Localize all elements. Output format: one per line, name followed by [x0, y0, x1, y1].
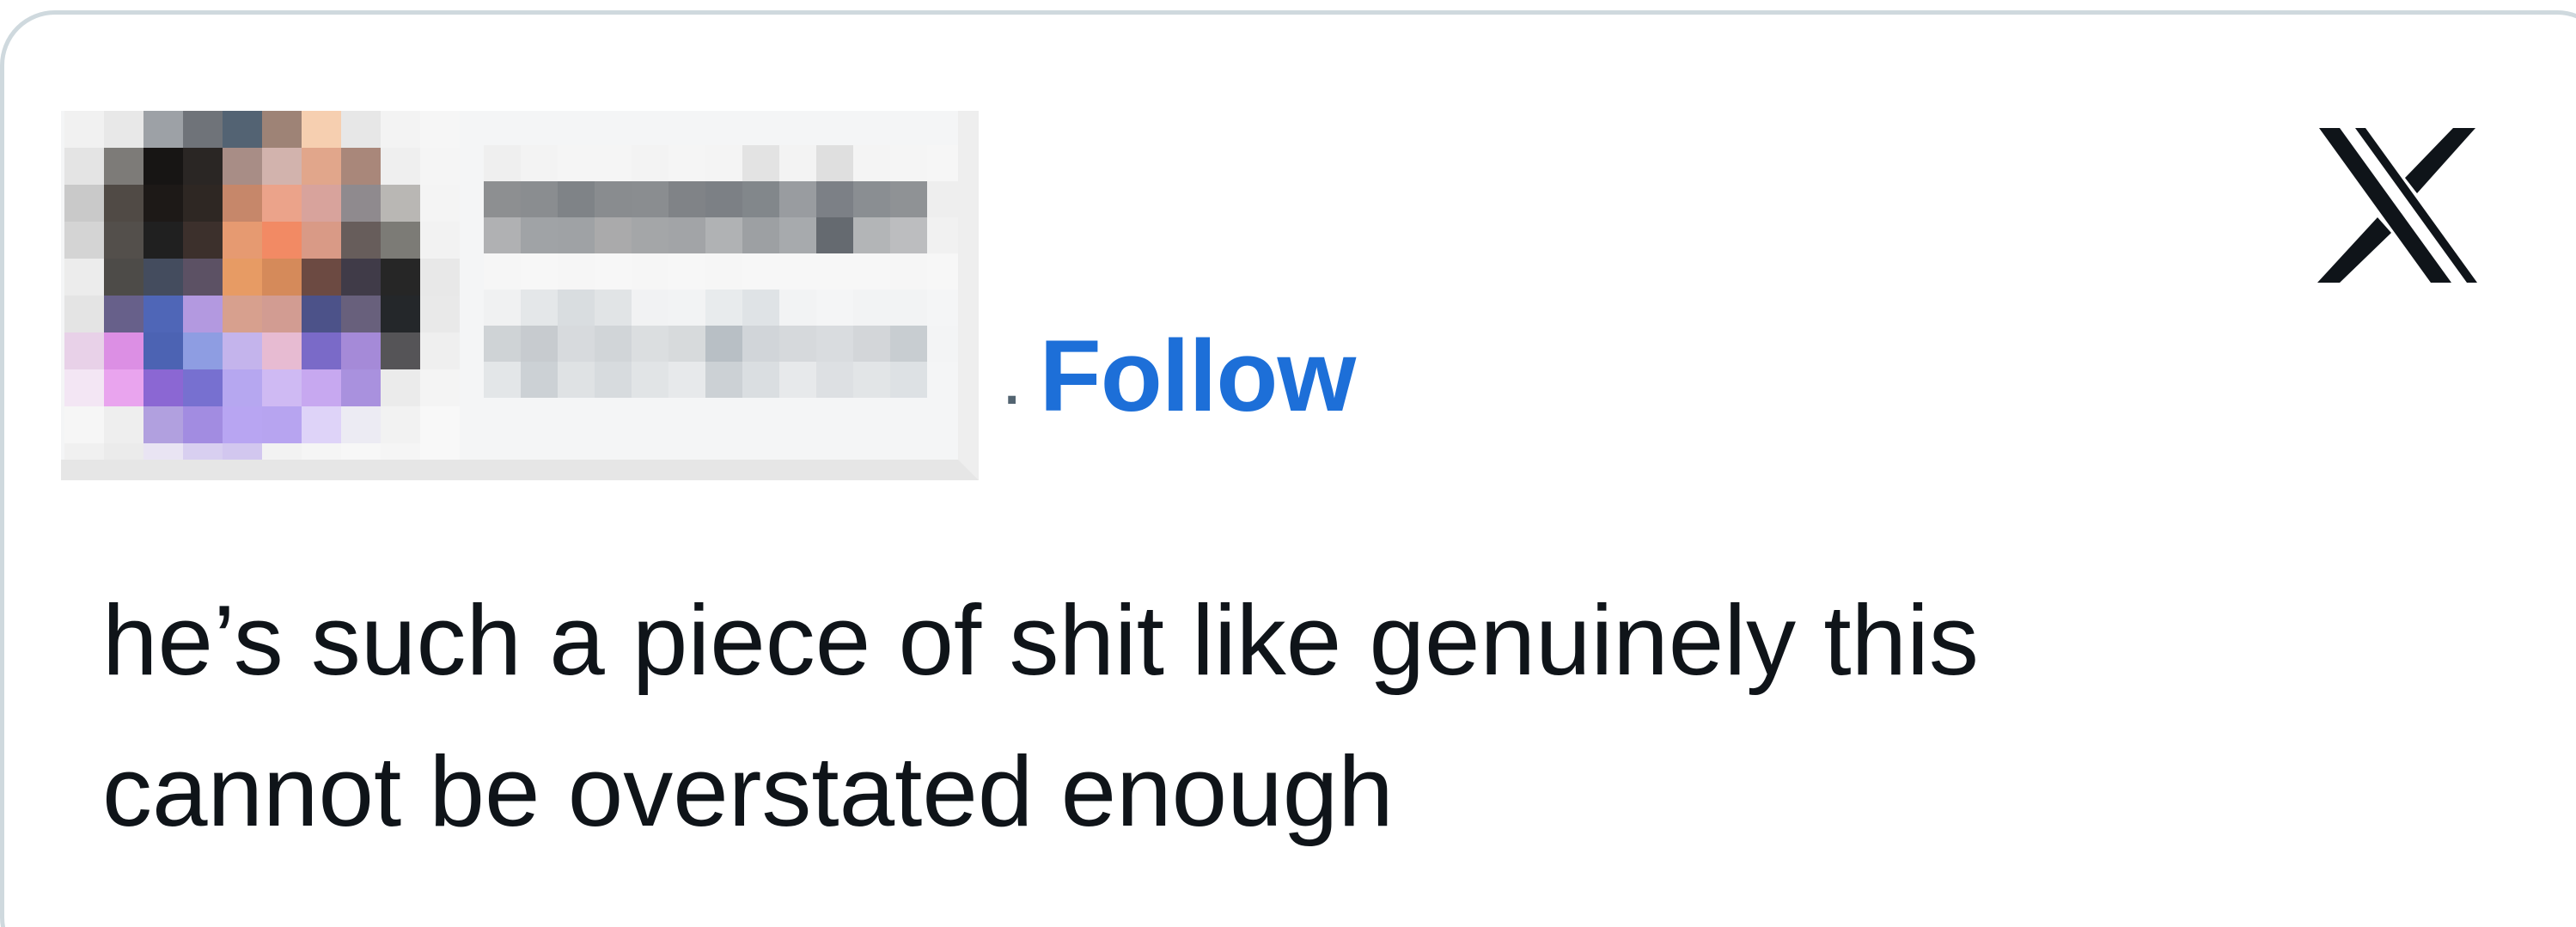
follow-separator: ·: [1004, 370, 1022, 430]
post-text: he’s such a piece of shit like genuinely…: [102, 564, 2422, 867]
author-name-pixelated[interactable]: [484, 145, 958, 398]
follow-row: · Follow: [1004, 326, 1357, 430]
embedded-post-card: · Follow he’s such a piece of shit like …: [0, 10, 2576, 927]
follow-button[interactable]: Follow: [1040, 326, 1357, 427]
author-identity-pixelated[interactable]: [61, 111, 979, 480]
x-logo-icon[interactable]: [2316, 128, 2481, 283]
post-text-line-1: he’s such a piece of shit like genuinely…: [102, 584, 1979, 696]
author-avatar[interactable]: [64, 111, 460, 460]
post-text-line-2: cannot be overstated enough: [102, 735, 1394, 847]
post-header: · Follow: [61, 111, 1357, 480]
